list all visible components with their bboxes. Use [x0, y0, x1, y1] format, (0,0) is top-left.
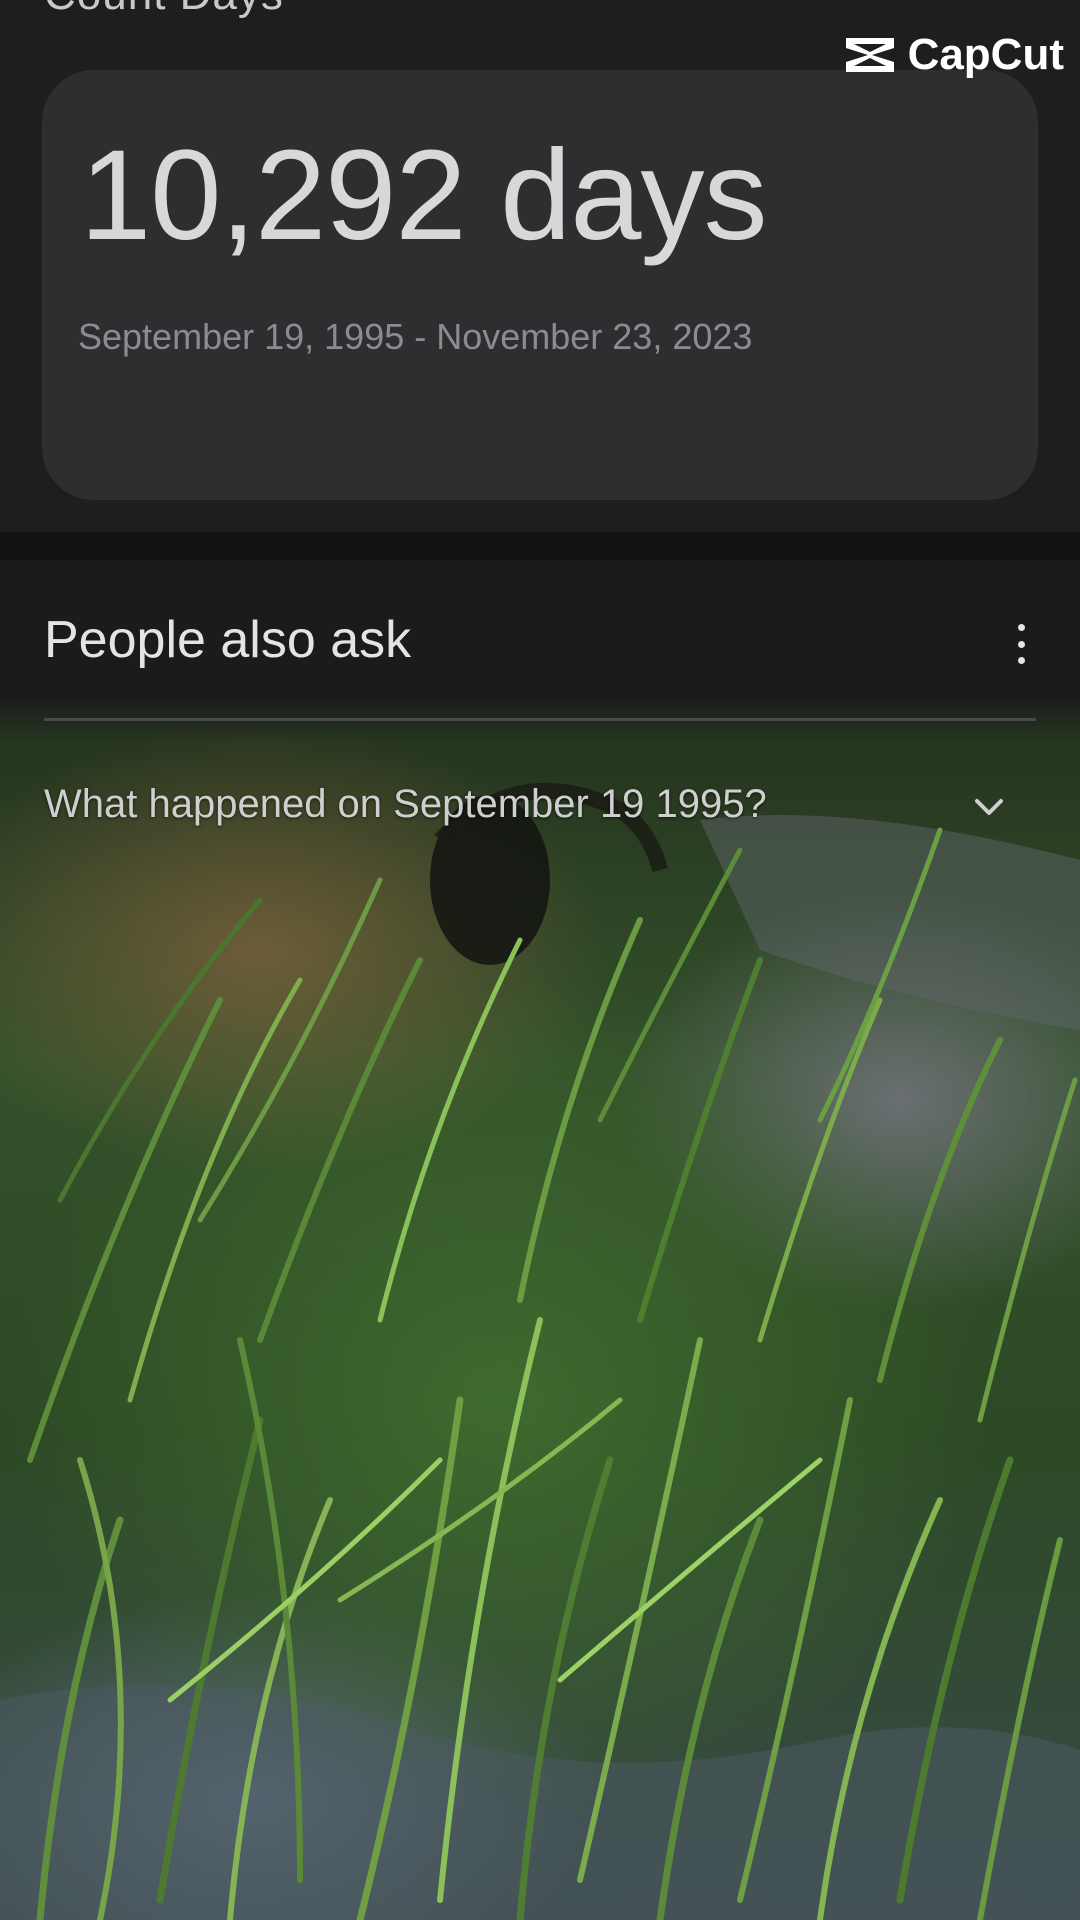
more-vert-icon[interactable] [1014, 624, 1028, 664]
more-vert-icon[interactable] [1028, 0, 1036, 6]
day-count-value: 10,292 days [80, 124, 767, 267]
paa-question-item[interactable]: What happened on September 19 1995? [44, 782, 767, 827]
section-separator [0, 532, 1080, 560]
people-also-ask-title: People also ask [44, 611, 412, 669]
capcut-logo-icon [845, 38, 894, 72]
day-count-panel: 10,292 days September 19, 1995 - Novembe… [42, 70, 1038, 500]
people-also-ask-section: People also ask [0, 560, 1080, 740]
capcut-watermark: CapCut [842, 30, 1064, 80]
date-range-text: September 19, 1995 - November 23, 2023 [78, 316, 753, 357]
screen: Count Days 10,292 days September 19, 199… [0, 0, 1080, 1920]
divider [44, 718, 1036, 721]
background-video-frame [0, 700, 1080, 1920]
grass-scene [0, 782, 1080, 1920]
search-result-card: Count Days 10,292 days September 19, 199… [0, 0, 1080, 560]
card-header-title: Count Days [44, 0, 284, 20]
chevron-down-icon[interactable] [972, 790, 1006, 824]
capcut-watermark-text: CapCut [907, 30, 1064, 79]
